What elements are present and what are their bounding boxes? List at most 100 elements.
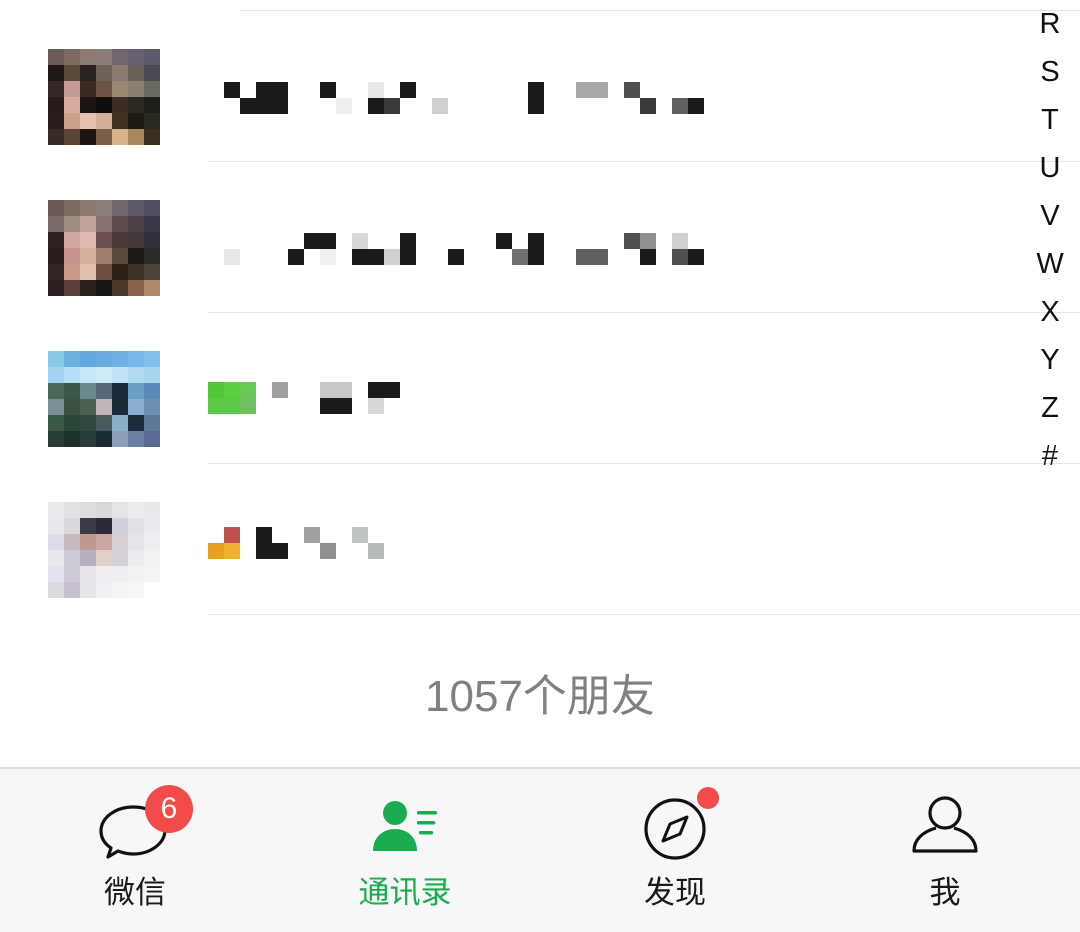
redaction-block	[512, 543, 528, 559]
redaction-block	[448, 233, 464, 249]
redaction-block	[432, 527, 448, 543]
redaction-block	[528, 543, 544, 559]
avatar-pixel	[96, 582, 112, 598]
index-letter-z[interactable]: Z	[1041, 388, 1059, 436]
redaction-block	[576, 82, 592, 98]
tab-label: 微信	[104, 875, 166, 911]
redaction-block	[448, 98, 464, 114]
redaction-block	[528, 233, 544, 249]
index-letter-w[interactable]: W	[1036, 244, 1063, 292]
contact-row[interactable]	[0, 465, 1080, 615]
avatar-pixel	[64, 97, 80, 113]
index-letter-t[interactable]: T	[1041, 100, 1059, 148]
avatar-pixel	[112, 200, 128, 216]
avatar-pixel	[128, 49, 144, 65]
avatar	[48, 200, 160, 296]
avatar-pixel	[112, 216, 128, 232]
redaction-block	[640, 398, 656, 414]
avatar-pixel	[96, 264, 112, 280]
redaction-block	[496, 249, 512, 265]
avatar-pixel	[48, 534, 64, 550]
redaction-block	[592, 98, 608, 114]
avatar-pixel	[112, 81, 128, 97]
redaction-block	[560, 543, 576, 559]
redaction-block	[608, 543, 624, 559]
redaction-block	[272, 82, 288, 98]
contact-row[interactable]	[0, 12, 1080, 162]
tab-chats[interactable]: 6 微信	[35, 769, 235, 932]
index-letter-y[interactable]: Y	[1040, 340, 1059, 388]
index-letter-v[interactable]: V	[1040, 196, 1059, 244]
contact-row[interactable]	[0, 163, 1080, 313]
redaction-block	[464, 82, 480, 98]
redaction-block	[560, 382, 576, 398]
redaction-block	[288, 543, 304, 559]
avatar-pixel	[128, 383, 144, 399]
redaction-block	[384, 249, 400, 265]
redaction-block	[352, 249, 368, 265]
avatar-pixel	[144, 97, 160, 113]
redaction-block	[272, 398, 288, 414]
redaction-block	[432, 82, 448, 98]
redaction-block	[464, 398, 480, 414]
redaction-block	[560, 249, 576, 265]
redaction-block	[240, 233, 256, 249]
redaction-block	[608, 527, 624, 543]
redaction-block	[464, 249, 480, 265]
redaction-block	[400, 543, 416, 559]
index-letter-hash[interactable]: #	[1042, 436, 1058, 484]
redaction-block	[672, 527, 688, 543]
avatar-pixel	[48, 518, 64, 534]
redaction-block	[208, 527, 224, 543]
redaction-block	[400, 398, 416, 414]
avatar-pixel	[64, 431, 80, 447]
avatar-pixel	[64, 232, 80, 248]
avatar-pixel	[144, 264, 160, 280]
redaction-block	[688, 98, 704, 114]
avatar-pixel	[96, 97, 112, 113]
redaction-block	[336, 382, 352, 398]
alphabet-index-bar[interactable]: R S T U V W X Y Z #	[1028, 4, 1072, 484]
avatar-pixel	[48, 49, 64, 65]
redaction-block	[656, 249, 672, 265]
avatar-pixel	[64, 113, 80, 129]
avatar-pixel	[80, 399, 96, 415]
index-letter-s[interactable]: S	[1040, 52, 1059, 100]
redaction-block	[688, 249, 704, 265]
tab-me[interactable]: 我	[845, 769, 1045, 932]
redaction-block	[368, 98, 384, 114]
index-letter-x[interactable]: X	[1040, 292, 1059, 340]
redaction-block	[672, 98, 688, 114]
redaction-block	[288, 233, 304, 249]
redaction-block	[304, 233, 320, 249]
chat-bubbles-icon: 6	[95, 785, 193, 861]
avatar-pixel	[48, 415, 64, 431]
avatar-pixel	[64, 383, 80, 399]
redaction-block	[512, 527, 528, 543]
contact-row[interactable]	[0, 314, 1080, 464]
tab-contacts[interactable]: 通讯录	[305, 769, 505, 932]
redaction-block	[464, 527, 480, 543]
redaction-block	[256, 382, 272, 398]
index-letter-r[interactable]: R	[1040, 4, 1061, 52]
redaction-block	[688, 382, 704, 398]
avatar-pixel	[64, 534, 80, 550]
index-letter-u[interactable]: U	[1040, 148, 1061, 196]
redaction-block	[480, 398, 496, 414]
redaction-block	[224, 398, 240, 414]
redaction-block	[608, 398, 624, 414]
avatar-pixel	[144, 232, 160, 248]
avatar-pixel	[64, 49, 80, 65]
redaction-block	[544, 543, 560, 559]
notification-dot	[697, 787, 719, 809]
tab-discover[interactable]: 发现	[575, 769, 775, 932]
avatar-pixel	[80, 280, 96, 296]
avatar-pixel	[48, 81, 64, 97]
avatar-pixel	[64, 65, 80, 81]
redaction-block	[464, 233, 480, 249]
redaction-block	[288, 527, 304, 543]
redaction-block	[512, 98, 528, 114]
avatar	[48, 351, 160, 447]
redaction-block	[240, 527, 256, 543]
redaction-block	[272, 249, 288, 265]
